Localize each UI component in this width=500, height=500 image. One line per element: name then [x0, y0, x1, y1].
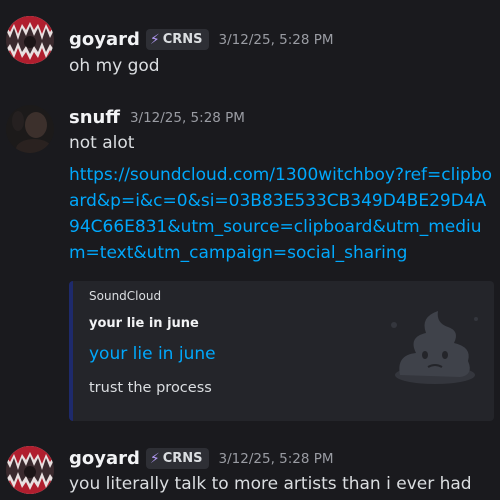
message-text: you literally talk to more artists than …	[69, 474, 472, 494]
guild-tag[interactable]: ⚡ CRNS	[145, 29, 209, 50]
embed-provider[interactable]: SoundCloud	[89, 289, 161, 303]
username[interactable]: goyard	[69, 448, 140, 469]
poop-icon[interactable]	[390, 297, 480, 387]
link-embed: SoundCloud your lie in june your lie in …	[69, 281, 494, 421]
avatar-goyard[interactable]	[6, 446, 54, 494]
timestamp: 3/12/25, 5:28 PM	[218, 450, 334, 467]
embed-description: trust the process	[89, 380, 212, 396]
username[interactable]: goyard	[69, 29, 140, 50]
message-text: oh my god	[69, 56, 160, 76]
avatar-goyard[interactable]	[6, 16, 54, 64]
bolt-icon: ⚡	[149, 31, 160, 48]
guild-tag[interactable]: ⚡ CRNS	[145, 448, 209, 469]
embed-title[interactable]: your lie in june	[89, 344, 216, 364]
timestamp: 3/12/25, 5:28 PM	[218, 31, 334, 48]
message-header: snuff 3/12/25, 5:28 PM	[69, 107, 245, 128]
bolt-icon: ⚡	[149, 450, 160, 467]
message-text: not alot	[69, 133, 135, 153]
message-header: goyard ⚡ CRNS 3/12/25, 5:28 PM	[69, 448, 334, 469]
guild-tag-label: CRNS	[162, 451, 203, 466]
message-header: goyard ⚡ CRNS 3/12/25, 5:28 PM	[69, 29, 334, 50]
guild-tag-label: CRNS	[162, 32, 203, 47]
soundcloud-link[interactable]: https://soundcloud.com/1300witchboy?ref=…	[69, 162, 494, 266]
avatar-snuff[interactable]	[6, 105, 54, 153]
username[interactable]: snuff	[69, 107, 120, 128]
timestamp: 3/12/25, 5:28 PM	[129, 109, 245, 126]
embed-author[interactable]: your lie in june	[89, 316, 199, 331]
